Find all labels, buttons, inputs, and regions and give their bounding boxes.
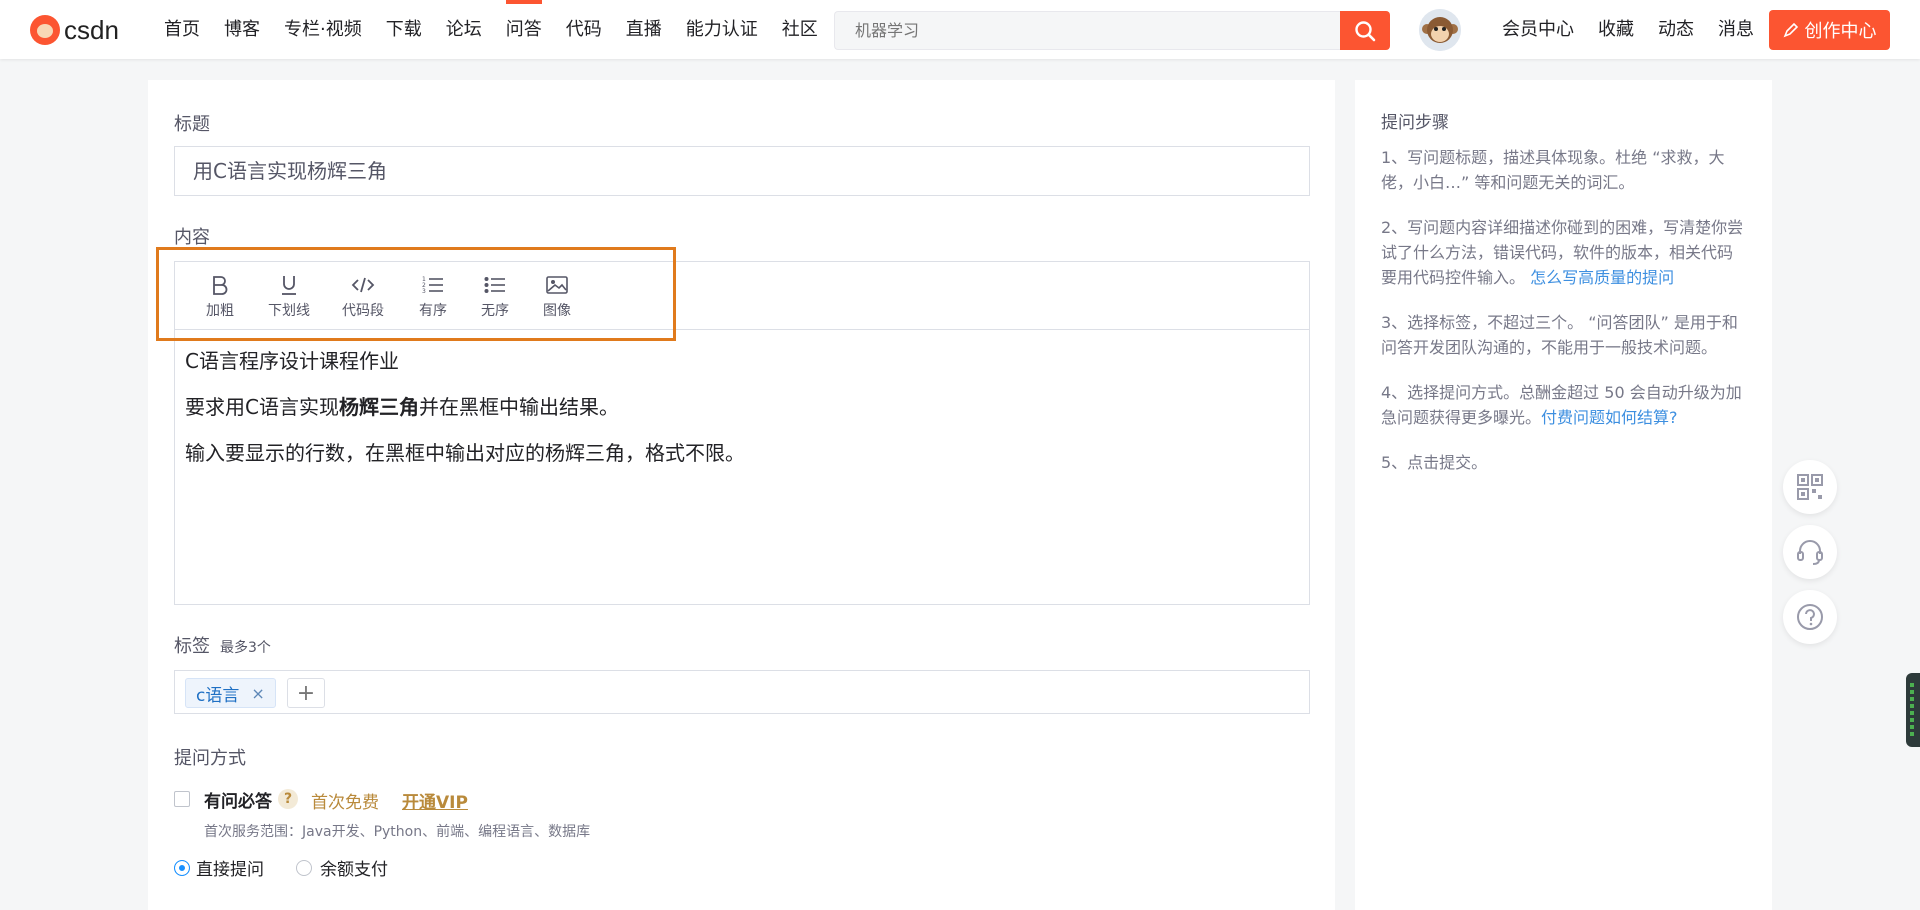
first-free-text: 首次免费 (311, 793, 379, 813)
tags-label-group: 标签 最多3个 (174, 632, 271, 658)
help-circle-icon (1797, 604, 1823, 630)
search-icon (1355, 20, 1376, 41)
content-bold-text: 杨辉三角 (338, 395, 419, 419)
help-step-5: 5、点击提交。 (1381, 453, 1488, 472)
monkey-logo-icon (30, 15, 60, 45)
code-icon (351, 272, 375, 298)
top-navbar: csdn 首页 博客 专栏·视频 下载 论坛 问答 代码 直播 能力认证 社区 … (0, 0, 1920, 59)
nav-item-download[interactable]: 下载 (374, 0, 434, 59)
paid-question-link[interactable]: 付费问题如何结算? (1541, 408, 1678, 427)
help-step-4: 4、选择提问方式。总酬金超过 50 会自动升级为加急问题获得更多曝光。付费问题如… (1381, 383, 1742, 427)
ask-method-label: 提问方式 (174, 748, 246, 769)
editor-toolbar: 加粗 下划线 代码段 123 有序 无序 图像 (156, 247, 1309, 341)
code-block-label: 代码段 (342, 303, 384, 319)
help-step-2: 2、写问题内容详细描述你碰到的困难，写清楚你尝试了什么方法，错误代码，软件的版本… (1381, 218, 1744, 287)
ask-steps-panel: 提问步骤 1、写问题标题，描述具体现象。杜绝 “求救，大佬，小白…” 等和问题无… (1355, 80, 1772, 910)
nav-item-code[interactable]: 代码 (554, 0, 614, 59)
image-icon (546, 272, 568, 298)
image-button[interactable]: 图像 (539, 272, 575, 322)
help-button[interactable] (1783, 590, 1837, 644)
ordered-list-button[interactable]: 123 有序 (415, 272, 451, 322)
search-bar (834, 11, 1390, 50)
logo-text: csdn (64, 15, 119, 45)
bold-icon (211, 272, 229, 298)
direct-ask-label: 直接提问 (196, 860, 264, 880)
underline-icon (280, 272, 298, 298)
header-links: 会员中心 收藏 动态 消息 (1490, 0, 1766, 59)
add-tag-button[interactable]: + (287, 678, 325, 708)
search-input[interactable] (834, 11, 1340, 50)
headset-icon (1797, 540, 1823, 565)
underline-label: 下划线 (268, 303, 310, 319)
main-nav: 首页 博客 专栏·视频 下载 论坛 问答 代码 直播 能力认证 社区 (152, 0, 830, 59)
nav-item-community[interactable]: 社区 (770, 0, 830, 59)
activity-link[interactable]: 动态 (1646, 0, 1706, 59)
create-center-label: 创作中心 (1804, 21, 1877, 42)
content-label: 内容 (174, 227, 210, 248)
unordered-list-icon (484, 272, 506, 298)
bold-button[interactable]: 加粗 (202, 272, 238, 322)
monkey-avatar-icon (1419, 9, 1461, 51)
code-block-button[interactable]: 代码段 (337, 272, 389, 322)
content-line-1: C语言程序设计课程作业 (185, 349, 399, 373)
user-avatar[interactable] (1419, 9, 1461, 51)
nav-item-certification[interactable]: 能力认证 (674, 0, 770, 59)
tag-chip-label: c语言 (196, 685, 240, 706)
nav-item-column-video[interactable]: 专栏·视频 (272, 0, 374, 59)
unordered-list-button[interactable]: 无序 (477, 272, 513, 322)
content-line-3: 输入要显示的行数，在黑框中输出对应的杨辉三角，格式不限。 (185, 441, 745, 465)
customer-service-button[interactable] (1783, 525, 1837, 579)
nav-item-blog[interactable]: 博客 (212, 0, 272, 59)
qrcode-icon (1797, 474, 1823, 500)
nav-item-home[interactable]: 首页 (152, 0, 212, 59)
question-form-card: 标题 用C语言实现杨辉三角 内容 加粗 下划线 代码段 1 2 3 有序 无序 … (148, 80, 1335, 910)
content-line-2: 要求用C语言实现杨辉三角并在黑框中输出结果。 (185, 395, 619, 419)
editor-content[interactable]: C语言程序设计课程作业 要求用C语言实现杨辉三角并在黑框中输出结果。 输入要显示… (185, 346, 1299, 484)
ordered-list-icon: 123 (422, 272, 444, 298)
unordered-list-label: 无序 (481, 303, 509, 319)
pen-icon (1783, 22, 1798, 38)
balance-pay-label: 余额支付 (320, 860, 388, 880)
balance-pay-radio[interactable] (296, 860, 312, 876)
tags-input[interactable]: c语言 × + (174, 670, 1310, 714)
tag-chip: c语言 × (185, 678, 276, 708)
create-center-button[interactable]: 创作中心 (1769, 10, 1890, 50)
edge-widget[interactable] (1906, 673, 1920, 747)
quality-question-link[interactable]: 怎么写高质量的提问 (1530, 268, 1674, 287)
help-step-3: 3、选择标签，不超过三个。 “问答团队” 是用于和问答开发团队沟通的，不能用于一… (1381, 313, 1738, 357)
qrcode-button[interactable] (1783, 460, 1837, 514)
nav-item-qa[interactable]: 问答 (494, 0, 554, 59)
title-input[interactable]: 用C语言实现杨辉三角 (174, 146, 1310, 196)
member-center-link[interactable]: 会员中心 (1490, 0, 1586, 59)
help-step-1: 1、写问题标题，描述具体现象。杜绝 “求救，大佬，小白…” 等和问题无关的词汇。 (1381, 148, 1725, 192)
ywbd-checkbox[interactable] (174, 791, 190, 807)
tags-label: 标签 (174, 636, 210, 657)
image-label: 图像 (543, 303, 571, 319)
help-title: 提问步骤 (1381, 113, 1449, 133)
tag-remove-icon[interactable]: × (251, 684, 264, 703)
search-button[interactable] (1340, 11, 1390, 50)
nav-item-forum[interactable]: 论坛 (434, 0, 494, 59)
direct-ask-radio[interactable] (174, 860, 190, 876)
csdn-logo[interactable]: csdn (30, 14, 130, 46)
svg-text:3: 3 (422, 288, 426, 295)
favorites-link[interactable]: 收藏 (1586, 0, 1646, 59)
messages-link[interactable]: 消息 (1706, 0, 1766, 59)
content-editor: 加粗 下划线 代码段 123 有序 无序 图像 C语言程序设计课程作业 要求用C… (156, 247, 1310, 605)
underline-button[interactable]: 下划线 (263, 272, 315, 322)
ordered-list-label: 有序 (419, 303, 447, 319)
service-scope-text: 首次服务范围：Java开发、Python、前端、编程语言、数据库 (204, 824, 591, 840)
ywbd-help-icon[interactable]: ? (278, 789, 298, 809)
tags-hint: 最多3个 (220, 640, 271, 656)
open-vip-link[interactable]: 开通VIP (402, 788, 468, 813)
nav-item-live[interactable]: 直播 (614, 0, 674, 59)
ywbd-label: 有问必答 (204, 792, 272, 812)
title-label: 标题 (174, 114, 210, 135)
bold-label: 加粗 (206, 303, 234, 319)
